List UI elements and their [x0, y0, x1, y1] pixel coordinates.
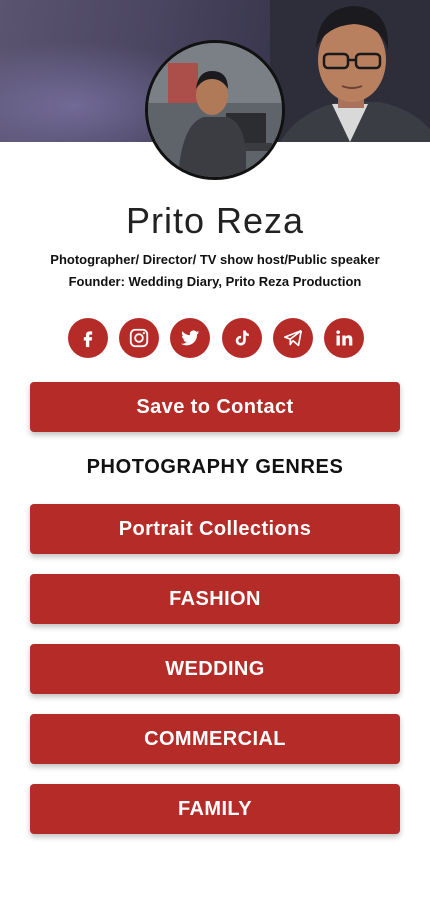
genre-button-portrait[interactable]: Portrait Collections — [30, 504, 400, 554]
cover-portrait-image — [270, 0, 430, 142]
facebook-icon — [83, 331, 93, 348]
genres-section-title: PHOTOGRAPHY GENRES — [86, 456, 344, 478]
genre-button-family[interactable]: FAMILY — [30, 784, 400, 834]
genre-button-fashion[interactable]: FASHION — [30, 574, 400, 624]
tiktok-link[interactable] — [221, 318, 262, 358]
instagram-link[interactable] — [119, 318, 160, 358]
social-links — [68, 318, 364, 358]
avatar-photo-image — [148, 43, 282, 177]
genre-button-wedding[interactable]: WEDDING — [30, 644, 400, 694]
facebook-link[interactable] — [68, 318, 108, 358]
profile-name: Prito Reza — [125, 200, 305, 241]
twitter-link[interactable] — [170, 318, 211, 358]
twitter-icon — [181, 330, 200, 346]
save-to-contact-button[interactable]: Save to Contact — [30, 382, 400, 432]
profile-tagline: Photographer/ Director/ TV show host/Pub… — [50, 252, 380, 267]
genre-button-commercial[interactable]: COMMERCIAL — [30, 714, 400, 764]
profile-avatar — [145, 40, 285, 180]
instagram-icon — [130, 328, 149, 348]
telegram-icon — [283, 329, 302, 347]
profile-founder-line: Founder: Wedding Diary, Prito Reza Produ… — [68, 274, 362, 289]
linkedin-link[interactable] — [323, 318, 364, 358]
linkedin-icon — [336, 330, 353, 346]
tiktok-icon — [235, 330, 249, 346]
telegram-link[interactable] — [272, 318, 313, 358]
